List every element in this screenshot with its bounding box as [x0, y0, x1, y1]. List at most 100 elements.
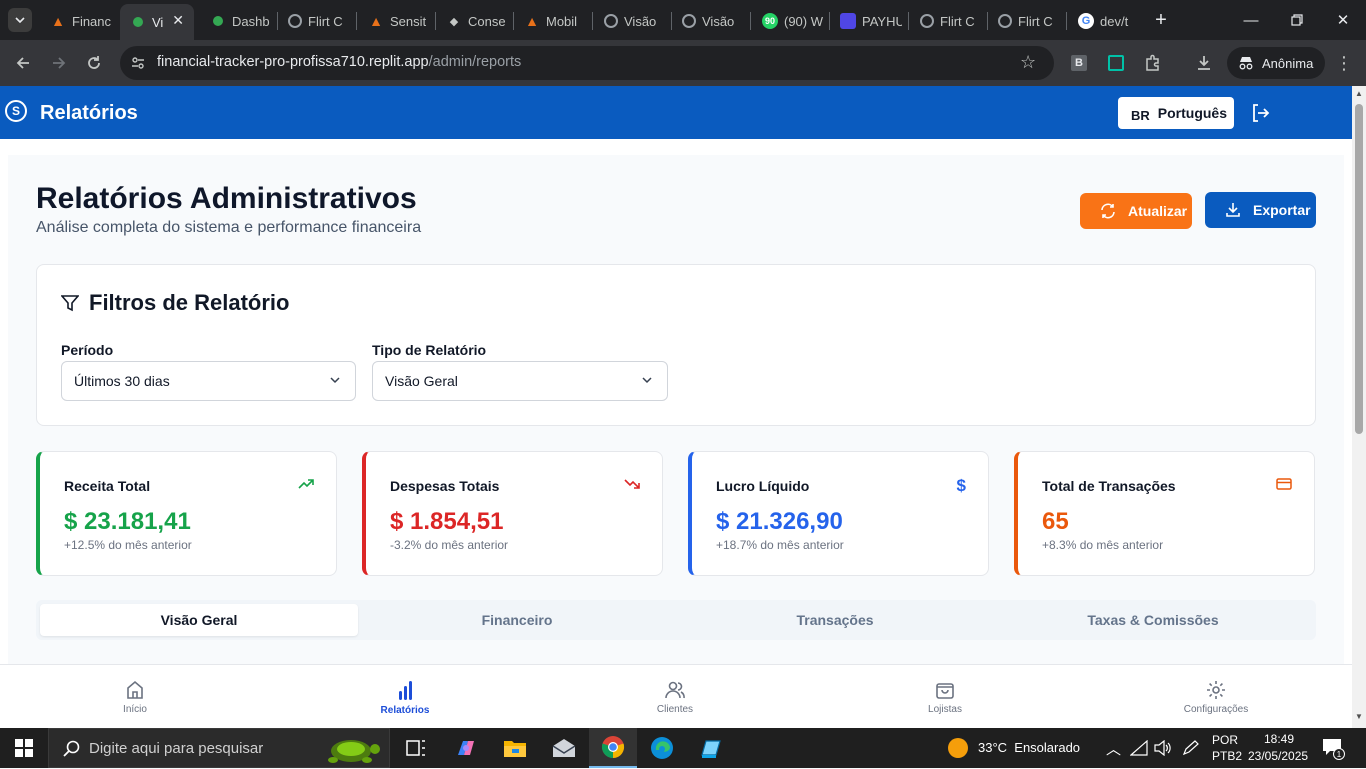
downloads-button[interactable] — [1189, 48, 1219, 78]
browser-tab[interactable]: Flirt C — [278, 6, 350, 36]
app-icon — [701, 740, 721, 758]
volume-icon[interactable] — [1154, 740, 1172, 756]
scrollbar-thumb[interactable] — [1355, 104, 1363, 434]
copilot-button[interactable] — [442, 728, 490, 768]
report-type-select[interactable]: Visão Geral — [372, 361, 668, 401]
back-button[interactable] — [8, 48, 38, 78]
bar-chart-icon — [399, 680, 412, 700]
tab-fees-commissions[interactable]: Taxas & Comissões — [994, 604, 1312, 636]
period-select[interactable]: Últimos 30 dias — [61, 361, 356, 401]
start-button[interactable] — [0, 728, 48, 768]
site-info-icon[interactable] — [130, 55, 146, 76]
page-subtitle: Análise completa do sistema e performanc… — [36, 219, 422, 236]
keyboard-layout[interactable]: PTB2 — [1212, 749, 1242, 763]
close-tab-icon[interactable]: ✕ — [172, 12, 184, 29]
refresh-icon — [1101, 203, 1115, 219]
close-window-button[interactable]: ✕ — [1320, 0, 1366, 40]
keyboard-language[interactable]: POR — [1212, 733, 1238, 747]
report-type-label: Tipo de Relatório — [372, 342, 487, 358]
browser-tab[interactable]: ▲ Financ — [40, 6, 112, 36]
mail-button[interactable] — [540, 728, 588, 768]
logout-button[interactable] — [1251, 103, 1273, 123]
task-view-icon — [406, 740, 425, 756]
filters-heading: Filtros de Relatório — [61, 290, 289, 316]
app-title: Relatórios — [40, 102, 138, 124]
app-header: S Relatórios BR Português — [0, 86, 1352, 139]
incognito-icon — [1239, 57, 1253, 70]
file-explorer-button[interactable] — [491, 728, 539, 768]
restore-button[interactable] — [1274, 0, 1320, 40]
tab-favicon-icon — [213, 16, 223, 26]
browser-tab-active[interactable]: Vi ✕ — [120, 4, 194, 40]
windows-taskbar: Digite aqui para pesquisar 33°C Ensolara… — [0, 728, 1366, 768]
arrow-right-icon — [53, 57, 66, 69]
weather-text[interactable]: 33°C Ensolarado — [978, 740, 1080, 755]
tab-overview[interactable]: Visão Geral — [40, 604, 358, 636]
browser-tab[interactable]: 90 (90) W — [752, 6, 824, 36]
extension-b-button[interactable]: B — [1064, 48, 1094, 78]
reload-button[interactable] — [79, 48, 109, 78]
tab-search-button[interactable] — [8, 8, 32, 32]
address-bar[interactable]: financial-tracker-pro-profissa710.replit… — [120, 46, 1054, 80]
task-view-button[interactable] — [392, 728, 440, 768]
bottom-navigation: Início Relatórios Clientes Lojistas Conf… — [0, 664, 1352, 728]
nav-clients[interactable]: Clientes — [540, 665, 810, 729]
tab-transactions[interactable]: Transações — [676, 604, 994, 636]
nav-home[interactable]: Início — [0, 665, 270, 729]
mail-icon — [552, 739, 576, 757]
refresh-button[interactable]: Atualizar — [1080, 193, 1192, 229]
browser-tab[interactable]: Dashb — [200, 6, 272, 36]
forward-button[interactable] — [44, 48, 74, 78]
browser-tab[interactable]: Visão — [672, 6, 744, 36]
minimize-button[interactable]: — — [1228, 0, 1274, 40]
logout-icon — [1253, 104, 1270, 122]
globe-icon — [288, 14, 302, 28]
app-logo-icon: S — [5, 100, 27, 122]
notifications-button[interactable]: 1 — [1322, 738, 1345, 760]
extensions-puzzle-button[interactable] — [1138, 48, 1168, 78]
download-icon — [1226, 203, 1240, 217]
taskbar-search[interactable]: Digite aqui para pesquisar — [48, 728, 390, 768]
chrome-button[interactable] — [589, 728, 637, 768]
chevron-down-icon — [642, 377, 652, 384]
scroll-down-icon[interactable]: ▼ — [1355, 712, 1363, 721]
puzzle-icon — [1146, 54, 1159, 71]
new-tab-button[interactable]: + — [1148, 8, 1174, 32]
browser-tab[interactable]: ◆ Conse — [436, 6, 508, 36]
gear-icon — [1207, 680, 1225, 699]
edge-button[interactable] — [638, 728, 686, 768]
url-text: financial-tracker-pro-profissa710.replit… — [157, 54, 522, 70]
restore-icon — [1291, 14, 1303, 26]
browser-tab[interactable]: ▲ Mobil — [514, 6, 586, 36]
page-scrollbar[interactable]: ▲ ▼ — [1352, 86, 1366, 728]
browser-menu-button[interactable]: ⋮ — [1329, 48, 1359, 78]
clock-time[interactable]: 18:49 — [1264, 732, 1294, 746]
network-icon[interactable] — [1130, 740, 1148, 756]
browser-tab[interactable]: G dev/t — [1068, 6, 1140, 36]
incognito-profile-button[interactable]: Anônima — [1227, 47, 1325, 79]
chevron-up-icon[interactable]: ︿ — [1106, 738, 1121, 759]
nav-reports[interactable]: Relatórios — [270, 665, 540, 729]
chevron-down-icon — [15, 17, 25, 23]
export-button[interactable]: Exportar — [1205, 192, 1316, 228]
weather-icon[interactable] — [948, 738, 968, 758]
browser-tab[interactable]: Flirt C — [910, 6, 982, 36]
clock-date[interactable]: 23/05/2025 — [1248, 749, 1308, 763]
stat-card-expenses: Despesas Totais $ 1.854,51 -3.2% do mês … — [362, 451, 663, 576]
home-icon — [127, 680, 143, 699]
tab-financial[interactable]: Financeiro — [358, 604, 676, 636]
extension-green-button[interactable] — [1101, 48, 1131, 78]
browser-tab[interactable]: Flirt C — [988, 6, 1060, 36]
pen-icon[interactable] — [1182, 740, 1200, 756]
bookmark-star-icon[interactable]: ☆ — [1020, 52, 1036, 73]
page-title: Relatórios Administrativos — [36, 182, 417, 215]
notification-count-badge: 1 — [1333, 748, 1345, 760]
nav-settings[interactable]: Configurações — [1081, 665, 1351, 729]
language-selector[interactable]: BR Português — [1118, 97, 1234, 129]
nav-merchants[interactable]: Lojistas — [810, 665, 1080, 729]
browser-tab[interactable]: ▲ Sensit — [358, 6, 430, 36]
browser-tab[interactable]: Visão — [594, 6, 666, 36]
scroll-up-icon[interactable]: ▲ — [1355, 89, 1363, 98]
browser-tab[interactable]: PAYHU — [830, 6, 902, 36]
app-button[interactable] — [687, 728, 735, 768]
